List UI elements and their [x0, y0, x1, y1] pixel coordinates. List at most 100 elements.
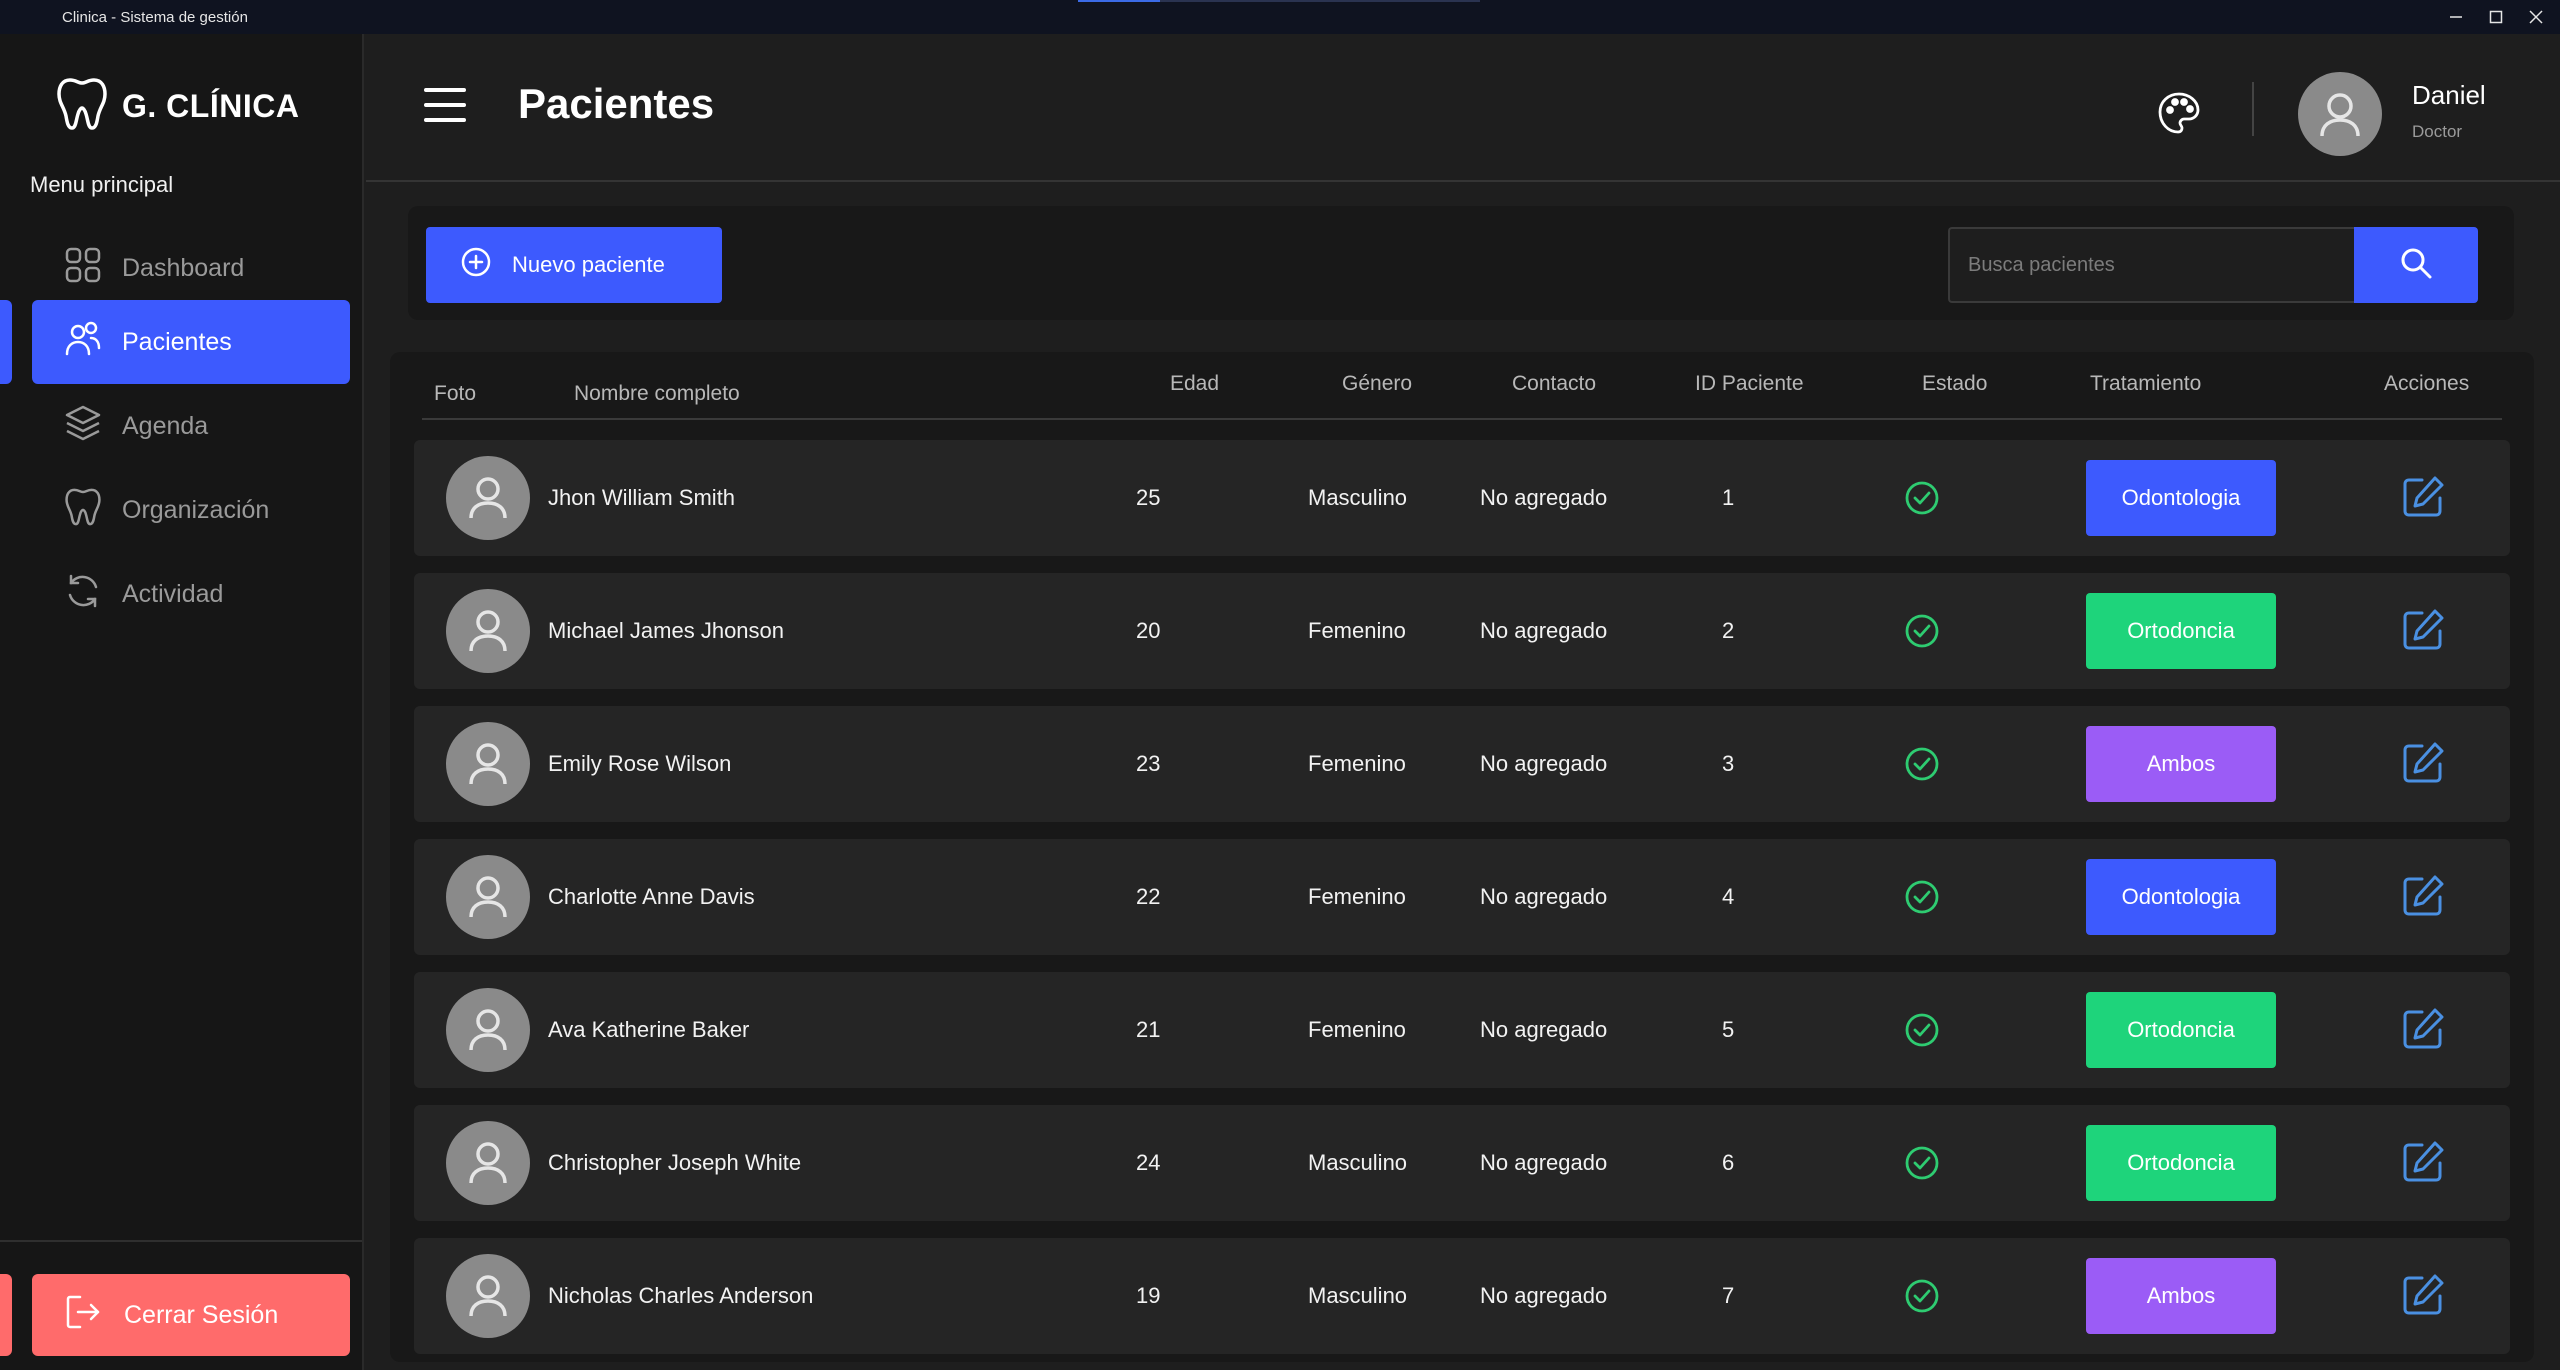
edit-icon[interactable] — [2400, 474, 2446, 525]
patient-contact: No agregado — [1480, 1017, 1608, 1042]
table-row[interactable]: Emily Rose Wilson 23 Femenino No agregado 3 A… — [414, 706, 2510, 822]
toolbar: Nuevo paciente — [408, 206, 2514, 320]
patient-name: Jhon William Smith — [548, 485, 736, 510]
edit-icon[interactable] — [2400, 1006, 2446, 1057]
logout-button[interactable]: Cerrar Sesión — [32, 1274, 350, 1356]
patient-id: 2 — [1722, 618, 1735, 643]
titlebar-accent — [1078, 0, 1480, 2]
brand-logo: G. CLÍNICA — [56, 76, 299, 137]
status-ok-icon — [1904, 746, 1940, 787]
patient-age: 25 — [1136, 485, 1161, 510]
patients-table: Foto Nombre completo Edad Género Contact… — [390, 352, 2534, 1362]
maximize-icon[interactable] — [2474, 0, 2518, 34]
treatment-badge: Ambos — [2086, 1258, 2276, 1334]
sidebar-item-label: Actividad — [122, 579, 224, 608]
header-divider — [2252, 82, 2254, 136]
sidebar-item-organizacion[interactable]: Organización — [32, 468, 350, 552]
new-patient-button[interactable]: Nuevo paciente — [426, 227, 722, 303]
new-patient-label: Nuevo paciente — [512, 252, 665, 277]
patient-contact: No agregado — [1480, 884, 1608, 909]
patient-name: Nicholas Charles Anderson — [548, 1283, 814, 1308]
patient-id: 6 — [1722, 1150, 1735, 1175]
treatment-badge: Ortodoncia — [2086, 593, 2276, 669]
patient-id: 7 — [1722, 1283, 1735, 1308]
edit-icon[interactable] — [2400, 740, 2446, 791]
patient-age: 21 — [1136, 1017, 1161, 1042]
patient-id: 4 — [1722, 884, 1735, 909]
table-row[interactable]: Christopher Joseph White 24 Masculino No ag… — [414, 1105, 2510, 1221]
patient-avatar — [446, 988, 530, 1072]
table-row[interactable]: Michael James Jhonson 20 Femenino No agrega… — [414, 573, 2510, 689]
patient-contact: No agregado — [1480, 1283, 1608, 1308]
patient-gender: Masculino — [1308, 485, 1408, 510]
column-header: Acciones — [2384, 372, 2470, 395]
status-ok-icon — [1904, 1145, 1940, 1186]
minimize-icon[interactable] — [2434, 0, 2478, 34]
patient-name: Christopher Joseph White — [548, 1150, 802, 1175]
sidebar-item-pacientes[interactable]: Pacientes — [32, 300, 350, 384]
patient-contact: No agregado — [1480, 751, 1608, 776]
close-icon[interactable] — [2514, 0, 2558, 34]
edit-icon[interactable] — [2400, 607, 2446, 658]
sidebar-item-label: Organización — [122, 495, 270, 524]
treatment-badge: Ortodoncia — [2086, 1125, 2276, 1201]
table-row[interactable]: Nicholas Charles Anderson 19 Masculino No a… — [414, 1238, 2510, 1354]
sidebar: G. CLÍNICA Menu principal Dashboard Paci… — [0, 34, 364, 1370]
refresh-icon — [64, 572, 102, 617]
users-icon — [64, 320, 102, 365]
patient-age: 19 — [1136, 1283, 1161, 1308]
treatment-badge: Ortodoncia — [2086, 992, 2276, 1068]
sidebar-item-label: Agenda — [122, 411, 209, 440]
user-role: Doctor — [2412, 122, 2463, 141]
sidebar-item-actividad[interactable]: Actividad — [32, 552, 350, 636]
search-input[interactable] — [1948, 227, 2358, 303]
table-row[interactable]: Charlotte Anne Davis 22 Femenino No agregad… — [414, 839, 2510, 955]
edit-icon[interactable] — [2400, 1139, 2446, 1190]
treatment-badge: Ambos — [2086, 726, 2276, 802]
edit-icon[interactable] — [2400, 873, 2446, 924]
table-header: Foto Nombre completo Edad Género Contact… — [422, 352, 2502, 420]
patient-avatar — [446, 855, 530, 939]
status-ok-icon — [1904, 1012, 1940, 1053]
patient-id: 5 — [1722, 1017, 1735, 1042]
column-header: Género — [1342, 372, 1413, 395]
status-ok-icon — [1904, 1278, 1940, 1319]
tooth-icon — [56, 76, 108, 137]
table-row[interactable]: Ava Katherine Baker 21 Femenino No agregado… — [414, 972, 2510, 1088]
patient-gender: Femenino — [1308, 618, 1406, 643]
user-avatar[interactable] — [2298, 72, 2382, 156]
window-title: Clinica - Sistema de gestión — [62, 9, 248, 26]
patient-avatar — [446, 1121, 530, 1205]
status-ok-icon — [1904, 613, 1940, 654]
page-title: Pacientes — [518, 80, 715, 127]
column-header: Foto — [434, 382, 477, 405]
menu-title: Menu principal — [30, 172, 174, 197]
patient-name: Charlotte Anne Davis — [548, 884, 755, 909]
patient-avatar — [446, 589, 530, 673]
patient-age: 24 — [1136, 1150, 1161, 1175]
sidebar-item-dashboard[interactable]: Dashboard — [32, 226, 350, 310]
column-header: Estado — [1922, 372, 1988, 395]
search-button[interactable] — [2354, 227, 2478, 303]
patient-avatar — [446, 722, 530, 806]
patient-name: Emily Rose Wilson — [548, 751, 732, 776]
grid-icon — [64, 246, 102, 291]
column-header: Edad — [1170, 372, 1220, 395]
sidebar-item-agenda[interactable]: Agenda — [32, 384, 350, 468]
patient-age: 20 — [1136, 618, 1161, 643]
patient-gender: Masculino — [1308, 1150, 1408, 1175]
patient-age: 22 — [1136, 884, 1161, 909]
status-ok-icon — [1904, 480, 1940, 521]
edit-icon[interactable] — [2400, 1272, 2446, 1323]
column-header: Tratamiento — [2090, 372, 2202, 395]
table-row[interactable]: Jhon William Smith 25 Masculino No agregado… — [414, 440, 2510, 556]
brand-name: G. CLÍNICA — [122, 88, 300, 124]
patient-name: Ava Katherine Baker — [548, 1017, 750, 1042]
hamburger-menu-icon[interactable] — [424, 88, 466, 122]
palette-icon[interactable] — [2156, 90, 2202, 141]
treatment-badge: Odontologia — [2086, 460, 2276, 536]
patient-avatar — [446, 456, 530, 540]
search-icon — [2399, 246, 2433, 285]
status-ok-icon — [1904, 879, 1940, 920]
sidebar-item-label: Dashboard — [122, 253, 245, 282]
